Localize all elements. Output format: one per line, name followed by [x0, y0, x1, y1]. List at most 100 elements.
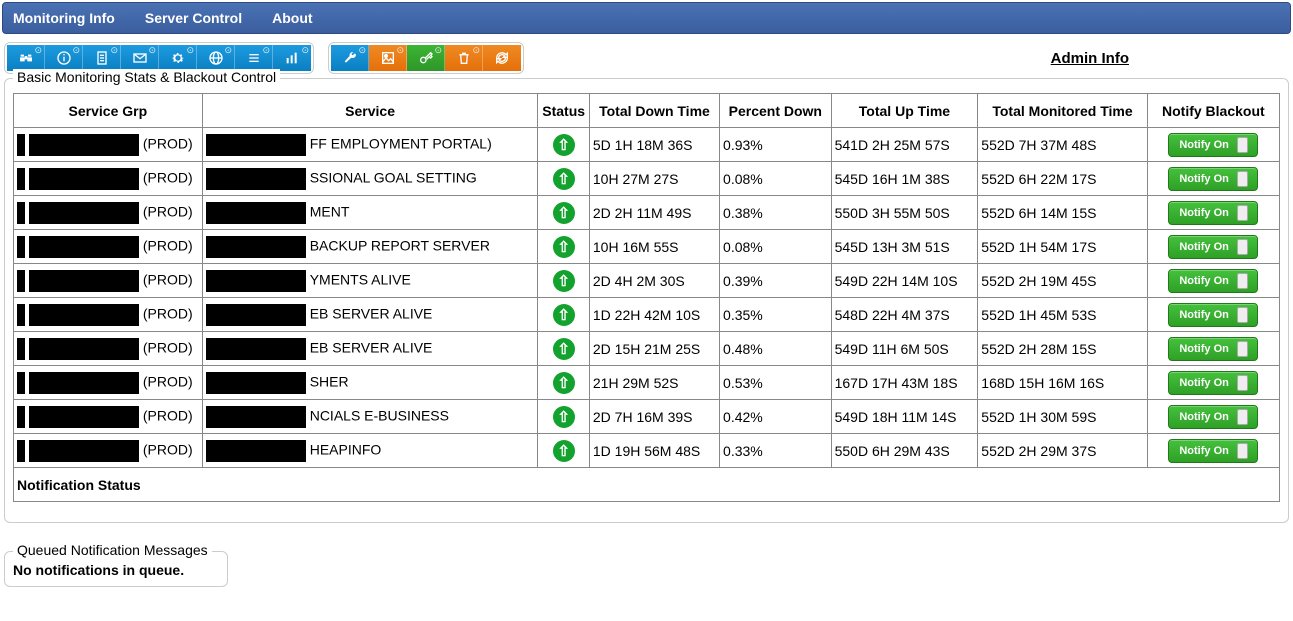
- redacted-block: [29, 134, 139, 156]
- th-up-time: Total Up Time: [831, 94, 978, 128]
- panel-title: Basic Monitoring Stats & Blackout Contro…: [13, 69, 280, 85]
- nav-about[interactable]: About: [272, 10, 312, 26]
- cell-service: SHER: [202, 366, 538, 400]
- cell-up-time: 545D 16H 1M 38S: [831, 162, 978, 196]
- cell-service-grp: (PROD): [14, 230, 203, 264]
- toggle-knob: [1237, 443, 1248, 459]
- notify-toggle[interactable]: Notify On: [1168, 303, 1258, 327]
- tool-document[interactable]: ⊙: [83, 45, 121, 71]
- tool-refresh[interactable]: [483, 45, 521, 71]
- table-row: (PROD)EB SERVER ALIVE⇧2D 15H 21M 25S0.48…: [14, 332, 1280, 366]
- cell-down-time: 2D 7H 16M 39S: [589, 400, 719, 434]
- cell-down-time: 2D 4H 2M 30S: [589, 264, 719, 298]
- cell-down-time: 10H 16M 55S: [589, 230, 719, 264]
- notify-toggle[interactable]: Notify On: [1168, 269, 1258, 293]
- cell-pct-down: 0.33%: [720, 434, 832, 468]
- notification-status-header: Notification Status: [14, 468, 1280, 502]
- notify-toggle[interactable]: Notify On: [1168, 201, 1258, 225]
- cell-notify: Notify On: [1147, 298, 1279, 332]
- notify-toggle[interactable]: Notify On: [1168, 235, 1258, 259]
- status-up-icon: ⇧: [553, 236, 575, 258]
- th-status: Status: [538, 94, 589, 128]
- admin-info-link[interactable]: Admin Info: [1051, 50, 1129, 67]
- tool-trash[interactable]: ⊙: [445, 45, 483, 71]
- toggle-knob: [1237, 239, 1248, 255]
- grp-suffix: (PROD): [143, 339, 193, 355]
- notify-toggle[interactable]: Notify On: [1168, 167, 1258, 191]
- cell-status: ⇧: [538, 264, 589, 298]
- toggle-knob: [1237, 205, 1248, 221]
- queued-panel: Queued Notification Messages No notifica…: [4, 551, 228, 587]
- cell-service: HEAPINFO: [202, 434, 538, 468]
- redacted-block: [17, 270, 25, 292]
- notify-toggle[interactable]: Notify On: [1168, 337, 1258, 361]
- cell-down-time: 21H 29M 52S: [589, 366, 719, 400]
- globe-icon: [208, 50, 224, 66]
- cell-mon-time: 552D 1H 30M 59S: [978, 400, 1147, 434]
- status-up-icon: ⇧: [553, 168, 575, 190]
- cell-status: ⇧: [538, 298, 589, 332]
- redacted-block: [29, 202, 139, 224]
- tool-mail[interactable]: ⊙: [121, 45, 159, 71]
- notify-toggle[interactable]: Notify On: [1168, 439, 1258, 463]
- svc-suffix: YMENTS ALIVE: [310, 271, 411, 287]
- table-row: (PROD)HEAPINFO⇧1D 19H 56M 48S0.33%550D 6…: [14, 434, 1280, 468]
- cell-notify: Notify On: [1147, 162, 1279, 196]
- grp-suffix: (PROD): [143, 271, 193, 287]
- cell-notify: Notify On: [1147, 196, 1279, 230]
- status-up-icon: ⇧: [553, 270, 575, 292]
- redacted-block: [206, 168, 306, 190]
- toggle-knob: [1237, 171, 1248, 187]
- redacted-block: [29, 236, 139, 258]
- list-icon: [246, 50, 262, 66]
- tool-globe[interactable]: ⊙: [197, 45, 235, 71]
- tool-chart[interactable]: ⊙: [273, 45, 311, 71]
- cell-notify: Notify On: [1147, 434, 1279, 468]
- tool-list[interactable]: ⊙: [235, 45, 273, 71]
- cell-down-time: 10H 27M 27S: [589, 162, 719, 196]
- top-nav: Monitoring Info Server Control About: [2, 2, 1291, 34]
- cell-notify: Notify On: [1147, 230, 1279, 264]
- nav-monitoring[interactable]: Monitoring Info: [13, 10, 115, 26]
- cell-service: FF EMPLOYMENT PORTAL): [202, 128, 538, 162]
- grp-suffix: (PROD): [143, 373, 193, 389]
- cell-status: ⇧: [538, 434, 589, 468]
- status-up-icon: ⇧: [553, 372, 575, 394]
- grp-suffix: (PROD): [143, 441, 193, 457]
- tool-wrench[interactable]: ⊙: [331, 45, 369, 71]
- redacted-block: [17, 372, 25, 394]
- cell-pct-down: 0.39%: [720, 264, 832, 298]
- grp-suffix: (PROD): [143, 305, 193, 321]
- cell-service: EB SERVER ALIVE: [202, 332, 538, 366]
- redacted-block: [17, 202, 25, 224]
- grp-suffix: (PROD): [143, 203, 193, 219]
- nav-server-control[interactable]: Server Control: [145, 10, 242, 26]
- notify-toggle[interactable]: Notify On: [1168, 133, 1258, 157]
- notify-toggle[interactable]: Notify On: [1168, 405, 1258, 429]
- tool-info[interactable]: ⊙: [45, 45, 83, 71]
- cell-status: ⇧: [538, 366, 589, 400]
- redacted-block: [206, 270, 306, 292]
- image-icon: [380, 50, 396, 66]
- tool-gear[interactable]: ⊙: [159, 45, 197, 71]
- cell-notify: Notify On: [1147, 400, 1279, 434]
- cell-pct-down: 0.35%: [720, 298, 832, 332]
- grp-suffix: (PROD): [143, 135, 193, 151]
- grp-suffix: (PROD): [143, 169, 193, 185]
- notify-toggle[interactable]: Notify On: [1168, 371, 1258, 395]
- cell-down-time: 5D 1H 18M 36S: [589, 128, 719, 162]
- redacted-block: [17, 168, 25, 190]
- tool-binoculars[interactable]: ⊙: [7, 45, 45, 71]
- status-up-icon: ⇧: [553, 406, 575, 428]
- table-row: (PROD)NCIALS E-BUSINESS⇧2D 7H 16M 39S0.4…: [14, 400, 1280, 434]
- cell-service-grp: (PROD): [14, 298, 203, 332]
- th-mon-time: Total Monitored Time: [978, 94, 1147, 128]
- cell-pct-down: 0.42%: [720, 400, 832, 434]
- tool-image[interactable]: ⊙: [369, 45, 407, 71]
- status-up-icon: ⇧: [553, 304, 575, 326]
- redacted-block: [206, 406, 306, 428]
- svc-suffix: NCIALS E-BUSINESS: [310, 407, 449, 423]
- status-up-icon: ⇧: [553, 134, 575, 156]
- tool-key[interactable]: ⊙: [407, 45, 445, 71]
- redacted-block: [29, 440, 139, 462]
